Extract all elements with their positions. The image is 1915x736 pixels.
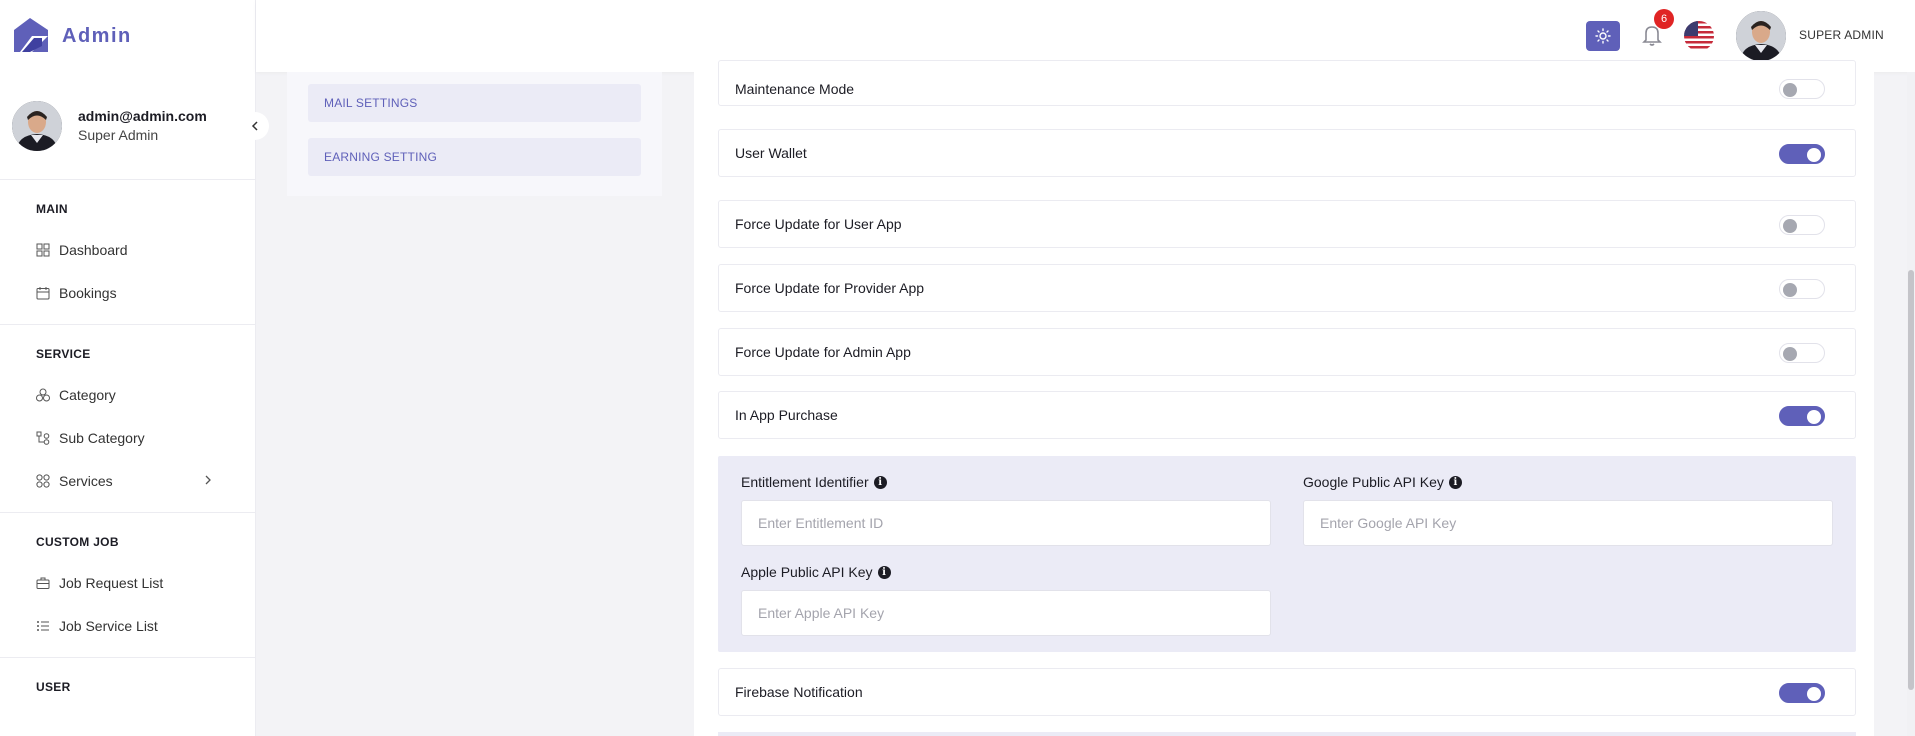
force-update-provider-toggle[interactable] <box>1779 279 1825 299</box>
settings-menu: MAIL SETTINGS EARNING SETTING <box>287 72 662 196</box>
apple-api-key-input[interactable] <box>741 590 1271 636</box>
sidebar-item-services[interactable]: Services <box>0 459 255 502</box>
entitlement-id-input[interactable] <box>741 500 1271 546</box>
services-icon <box>36 473 50 488</box>
menu-item-mail-settings[interactable]: MAIL SETTINGS <box>308 84 641 122</box>
user-wallet-toggle[interactable] <box>1779 144 1825 164</box>
page-scrollbar-thumb[interactable] <box>1908 270 1914 690</box>
setting-label: Force Update for Admin App <box>735 344 911 360</box>
nav-section-user: USER <box>0 658 255 716</box>
setting-row-force-update-admin: Force Update for Admin App <box>718 328 1856 376</box>
info-icon[interactable]: i <box>1448 475 1462 489</box>
toggle-knob <box>1807 410 1821 424</box>
nav-heading-user: USER <box>36 680 71 694</box>
sidebar-item-label: Dashboard <box>59 241 128 258</box>
setting-label: User Wallet <box>735 145 807 161</box>
sidebar-avatar <box>12 100 62 151</box>
entitlement-label: Entitlement Identifier i <box>741 474 887 490</box>
setting-label: Force Update for User App <box>735 216 902 232</box>
chevron-left-icon <box>251 121 258 131</box>
sidebar-user-email: admin@admin.com <box>78 108 207 124</box>
toggle-knob <box>1807 148 1821 162</box>
chevron-right-icon <box>205 475 211 485</box>
category-icon <box>36 388 50 402</box>
nav-heading-main: MAIN <box>36 202 68 216</box>
force-update-admin-toggle[interactable] <box>1779 343 1825 363</box>
notification-badge: 6 <box>1654 9 1674 29</box>
sidebar-user-profile: admin@admin.com Super Admin <box>0 72 269 180</box>
menu-item-earning-setting[interactable]: EARNING SETTING <box>308 138 641 176</box>
toggle-knob <box>1783 219 1797 233</box>
setting-label: Firebase Notification <box>735 684 863 700</box>
us-flag-icon[interactable] <box>1684 21 1714 51</box>
firebase-notification-toggle[interactable] <box>1779 683 1825 703</box>
calendar-icon <box>36 286 50 300</box>
sidebar-item-job-service-list[interactable]: Job Service List <box>0 604 255 647</box>
setting-row-force-update-provider: Force Update for Provider App <box>718 264 1856 312</box>
toggle-knob <box>1807 687 1821 701</box>
in-app-purchase-config-panel: Entitlement Identifier i Google Public A… <box>718 456 1856 652</box>
setting-row-firebase-notification: Firebase Notification <box>718 668 1856 716</box>
sidebar: Admin admin@admin.com Super Admin MAIN D… <box>0 0 269 736</box>
sidebar-item-label: Bookings <box>59 284 117 301</box>
sidebar-user-role: Super Admin <box>78 127 159 143</box>
google-api-key-input[interactable] <box>1303 500 1833 546</box>
maintenance-mode-toggle[interactable] <box>1779 79 1825 99</box>
sidebar-item-bookings[interactable]: Bookings <box>0 271 255 314</box>
settings-card: Maintenance Mode User Wallet Force Updat… <box>694 60 1874 736</box>
nav-heading-service: SERVICE <box>36 347 91 361</box>
brand-name: Admin <box>62 24 132 47</box>
setting-label: In App Purchase <box>735 407 838 423</box>
apple-api-key-label-text: Apple Public API Key <box>741 564 873 580</box>
brand-logo-icon <box>14 18 48 52</box>
in-app-purchase-toggle[interactable] <box>1779 406 1825 426</box>
header-user-name[interactable]: SUPER ADMIN <box>1799 28 1884 42</box>
sidebar-item-label: Services <box>59 472 113 489</box>
sidebar-item-label: Job Request List <box>59 574 164 591</box>
sidebar-item-dashboard[interactable]: Dashboard <box>0 228 255 271</box>
setting-label: Force Update for Provider App <box>735 280 925 296</box>
list-icon <box>36 619 50 633</box>
google-api-key-label: Google Public API Key i <box>1303 474 1462 490</box>
setting-row-maintenance-mode: Maintenance Mode <box>718 60 1856 106</box>
nav-section-service: SERVICE Category Sub Category Services <box>0 325 255 513</box>
nav-heading-custom-job: CUSTOM JOB <box>36 535 119 549</box>
toggle-knob <box>1783 347 1797 361</box>
header-avatar[interactable] <box>1736 11 1786 61</box>
next-panel-edge <box>718 732 1856 736</box>
setting-row-in-app-purchase: In App Purchase <box>718 391 1856 439</box>
info-icon[interactable]: i <box>873 475 887 489</box>
theme-toggle-button[interactable] <box>1586 21 1620 51</box>
setting-row-user-wallet: User Wallet <box>718 129 1856 177</box>
dashboard-icon <box>36 243 50 257</box>
sun-icon <box>1595 28 1611 44</box>
sidebar-item-job-request-list[interactable]: Job Request List <box>0 561 255 604</box>
sidebar-item-label: Job Service List <box>59 617 158 634</box>
sidebar-item-sub-category[interactable]: Sub Category <box>0 416 255 459</box>
google-api-key-label-text: Google Public API Key <box>1303 474 1444 490</box>
brand[interactable]: Admin <box>0 0 255 72</box>
nav-section-custom-job: CUSTOM JOB Job Request List Job Service … <box>0 513 255 658</box>
sub-category-icon <box>36 431 50 445</box>
force-update-user-toggle[interactable] <box>1779 215 1825 235</box>
sidebar-item-label: Sub Category <box>59 429 145 446</box>
setting-label: Maintenance Mode <box>735 81 855 97</box>
sidebar-collapse-button[interactable] <box>241 112 269 140</box>
briefcase-icon <box>36 576 50 590</box>
nav-section-main: MAIN Dashboard Bookings <box>0 180 255 325</box>
entitlement-label-text: Entitlement Identifier <box>741 474 869 490</box>
toggle-knob <box>1783 283 1797 297</box>
apple-api-key-label: Apple Public API Key i <box>741 564 891 580</box>
setting-row-force-update-user: Force Update for User App <box>718 200 1856 248</box>
sidebar-item-category[interactable]: Category <box>0 373 255 416</box>
sidebar-item-label: Category <box>59 386 116 403</box>
info-icon[interactable]: i <box>877 565 891 579</box>
toggle-knob <box>1783 83 1797 97</box>
